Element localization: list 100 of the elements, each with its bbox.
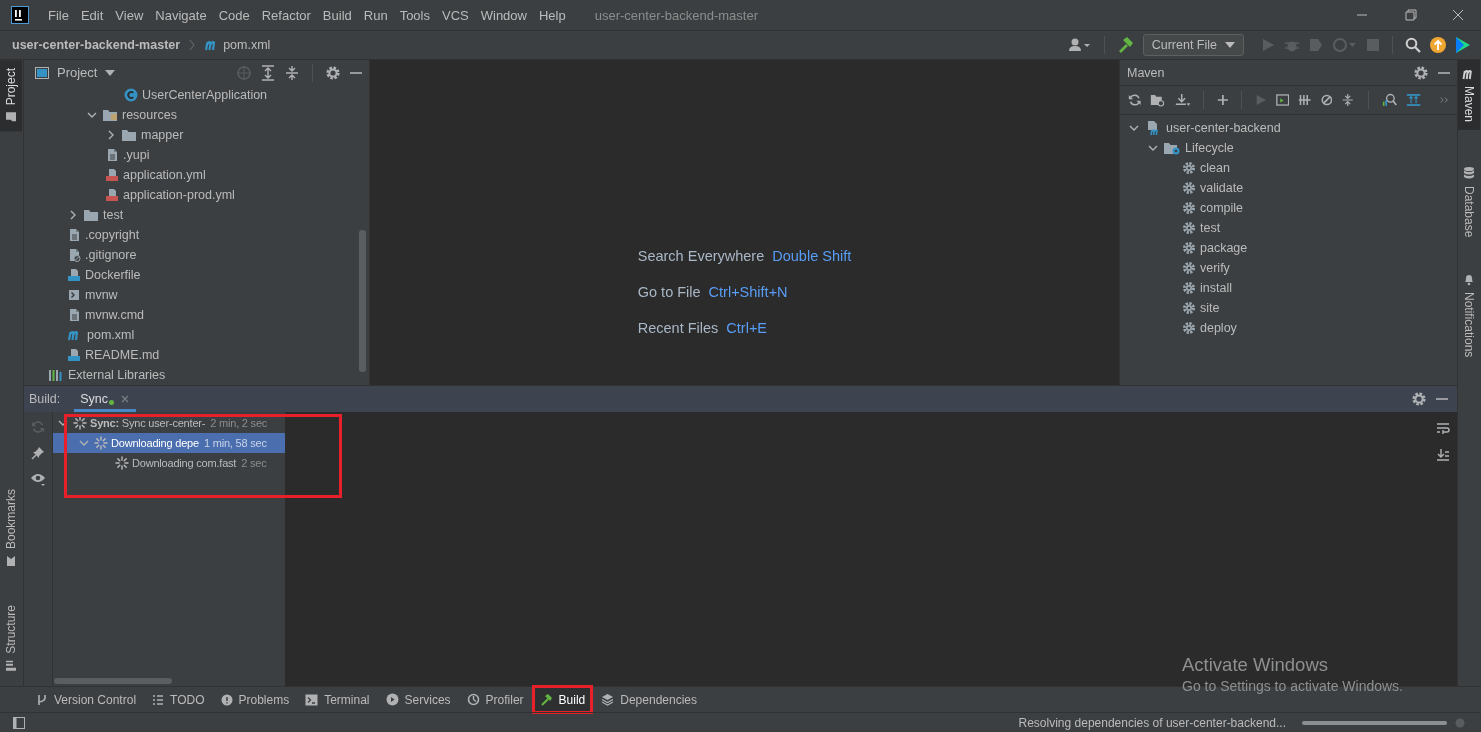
tree-item[interactable]: site [1120,298,1457,318]
tree-item[interactable]: test [1120,218,1457,238]
tree-item[interactable]: application-prod.yml [24,185,369,205]
menu-item[interactable]: Window [475,7,534,23]
tree-item[interactable]: Downloading com.fast 2 sec [53,453,285,473]
menu-item[interactable]: Edit [75,7,111,23]
tree-item[interactable]: test [24,205,369,225]
tool-window-button[interactable]: TODO [146,687,211,712]
tree-item[interactable]: README.md [24,345,369,365]
tool-window-button[interactable]: Problems [214,687,296,712]
tool-window-button[interactable]: Build [533,687,592,712]
search-icon[interactable] [1405,37,1421,53]
soft-wrap-icon[interactable] [1436,422,1450,436]
tool-window-button[interactable]: Dependencies [595,687,703,712]
pin-icon[interactable] [31,446,45,460]
tree-item[interactable]: Sync: Sync user-center- 2 min, 2 sec [53,413,285,433]
run-config-dropdown[interactable]: Current File [1142,34,1244,56]
panel-title[interactable]: Project [57,65,98,80]
tree-item[interactable]: clean [1120,158,1457,178]
markdown-file-icon [67,348,81,362]
tree-item[interactable]: verify [1120,258,1457,278]
chevron-icon [188,38,197,52]
menu-item[interactable]: Tools [394,7,437,23]
tree-item[interactable]: deploy [1120,318,1457,338]
settings-icon[interactable] [325,64,341,81]
reload-icon[interactable] [1128,92,1142,108]
shortcut: Ctrl+Shift+N [708,284,788,300]
skip-icon[interactable] [1320,93,1333,107]
project-icon [35,66,49,79]
tree-item[interactable]: package [1120,238,1457,258]
ignore-file-icon [67,248,81,262]
tool-window-tab[interactable]: Bookmarks [0,481,22,576]
breadcrumb[interactable]: pom.xml [204,38,271,52]
tree-item[interactable]: user-center-backend [1120,118,1457,138]
tool-window-tab[interactable]: Notifications [1458,265,1480,366]
tree-item[interactable]: pom.xml [24,325,369,345]
terminal-icon[interactable] [1275,93,1290,107]
panel-toggle-icon[interactable] [13,716,25,729]
settings-icon[interactable] [1413,64,1429,81]
scrollbar[interactable] [359,230,366,372]
analyze-icon[interactable] [1381,92,1397,108]
tree-item[interactable]: Lifecycle [1120,138,1457,158]
tree-item[interactable]: validate [1120,178,1457,198]
scrollbar[interactable] [54,678,172,684]
folder-icon[interactable] [1150,92,1166,108]
tree-item[interactable]: .gitignore [24,245,369,265]
scroll-to-end-icon[interactable] [1436,448,1450,462]
update-icon[interactable] [1429,36,1447,54]
profiler-icon [466,693,480,706]
tree-item[interactable]: mvnw [24,285,369,305]
tool-window-tab[interactable]: Database [1458,158,1480,246]
toggle-offline-icon[interactable] [1298,93,1312,107]
tool-window-tab[interactable]: Structure [0,597,22,680]
tool-window-button[interactable]: Version Control [30,687,143,712]
collapse-all-icon[interactable] [1341,92,1355,108]
caret-icon[interactable] [105,69,116,76]
tree-item[interactable]: mapper [24,125,369,145]
diagram-icon[interactable] [1405,92,1421,108]
settings-icon[interactable] [1411,391,1427,407]
tool-window-button[interactable]: Terminal [299,687,376,712]
menu-item[interactable]: Build [317,7,359,23]
breadcrumb[interactable]: user-center-backend-master [12,38,181,52]
toolbox-icon[interactable] [1455,36,1471,54]
menu-item[interactable]: View [110,7,151,23]
menu-item[interactable]: Refactor [256,7,318,23]
menu-item[interactable]: VCS [437,7,476,23]
tree-item[interactable]: compile [1120,198,1457,218]
gear-icon [1182,301,1196,315]
download-icon[interactable] [1174,92,1190,108]
plus-icon[interactable] [1216,93,1229,107]
menu-item[interactable]: Run [358,7,395,23]
tab[interactable]: Sync [74,386,137,412]
duration: 2 sec [241,457,267,469]
tree-item[interactable]: Dockerfile [24,265,369,285]
user-icon[interactable] [1067,37,1092,53]
expand-all-icon[interactable] [260,64,276,81]
duration: 1 min, 58 sec [203,437,267,449]
menu-item[interactable]: Help [533,7,573,23]
tree-item[interactable]: .copyright [24,225,369,245]
tree-item[interactable]: UserCenterApplication [24,85,369,105]
class-icon [124,88,138,102]
gear-icon [1182,201,1196,215]
collapse-all-icon[interactable] [284,64,300,81]
tree-label: Downloading depe [111,437,199,449]
menu-item[interactable]: Navigate [150,7,214,23]
tree-item[interactable]: Downloading depe 1 min, 58 sec [53,433,285,453]
tree-item[interactable]: install [1120,278,1457,298]
tree-item[interactable]: .yupi [24,145,369,165]
eye-icon[interactable] [30,472,46,486]
menu-item[interactable]: File [43,7,76,23]
tree-item[interactable]: application.yml [24,165,369,185]
tree-item[interactable]: mvnw.cmd [24,305,369,325]
gear-icon [1182,181,1196,195]
menu-item[interactable]: Code [213,7,257,23]
tree-item[interactable]: resources [24,105,369,125]
tool-window-tab[interactable]: Maven [1458,60,1480,131]
tree-item[interactable]: External Libraries [24,365,369,385]
tool-window-tab[interactable]: Project [0,60,22,132]
tool-window-button[interactable]: Profiler [460,687,530,712]
tool-window-button[interactable]: Services [379,687,457,712]
